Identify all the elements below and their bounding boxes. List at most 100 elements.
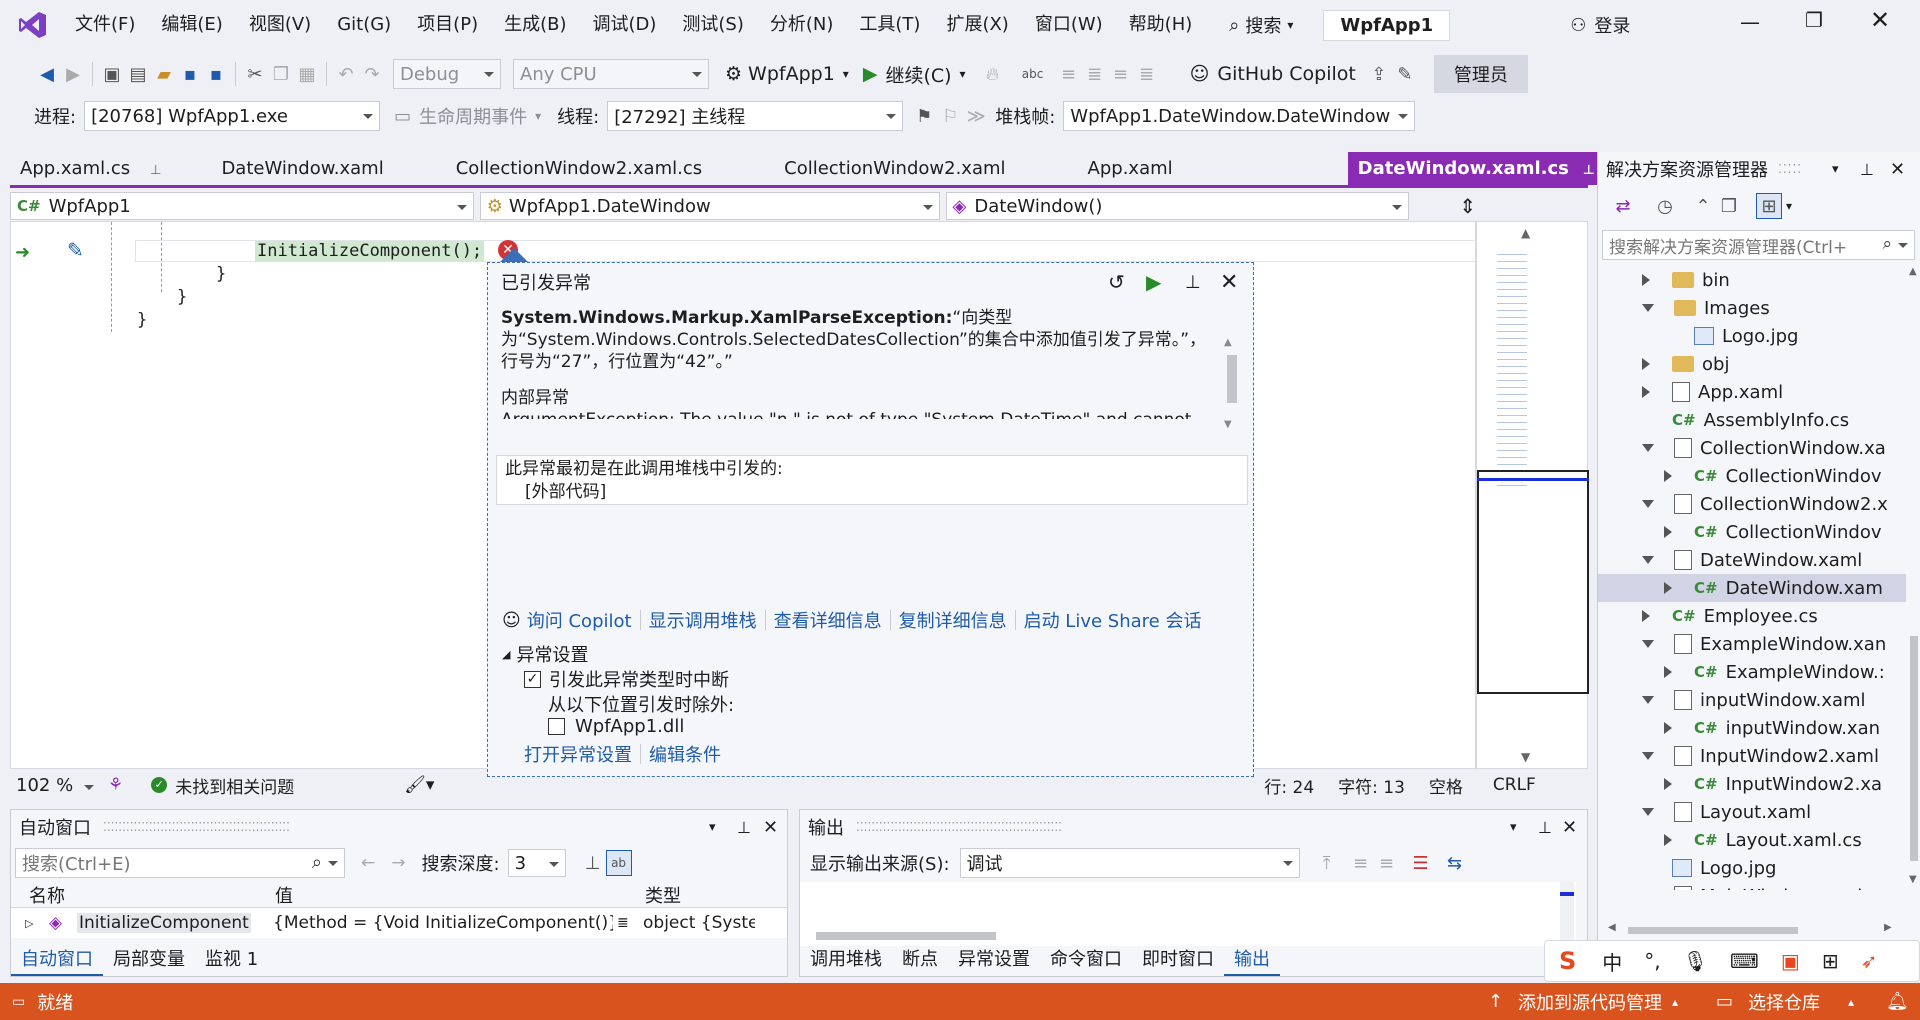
pin-icon[interactable]: ⊥ — [150, 163, 161, 178]
format-icon[interactable]: ≡ — [1056, 61, 1082, 87]
login-button[interactable]: ⚇ 登录 — [1570, 12, 1630, 38]
menu-tools[interactable]: 工具(T) — [846, 0, 933, 50]
toolbox-icon[interactable]: ⊞ — [1822, 949, 1839, 973]
copy-icon[interactable]: ❐ — [268, 61, 294, 87]
collapsed-icon[interactable] — [1664, 834, 1672, 846]
tab-output[interactable]: 输出 — [1224, 944, 1280, 976]
collapsed-icon[interactable] — [1664, 778, 1672, 790]
tree-item[interactable]: C# CollectionWindov — [1598, 462, 1906, 490]
tab-command-window[interactable]: 命令窗口 — [1040, 944, 1132, 976]
expanded-icon[interactable] — [1642, 640, 1654, 648]
tab-locals[interactable]: 局部变量 — [103, 944, 195, 976]
column-name[interactable]: 名称 — [29, 882, 65, 908]
collapsed-icon[interactable] — [1642, 358, 1650, 370]
table-row[interactable]: ▷ ◈ InitializeComponent {Method = {Void … — [11, 908, 787, 938]
skin-icon[interactable]: ▣ — [1781, 949, 1800, 973]
message-scrollbar[interactable]: ▲ ▼ — [1224, 337, 1238, 459]
punctuation-icon[interactable]: °, — [1644, 949, 1660, 973]
tree-item[interactable]: CollectionWindow2.x — [1598, 490, 1906, 518]
switch-view-icon[interactable]: ⇄ — [1610, 193, 1636, 219]
paste-icon[interactable]: ▦ — [294, 61, 320, 87]
tree-item[interactable]: C# DateWindow.xam — [1598, 574, 1906, 602]
add-to-source-control-button[interactable]: 添加到源代码管理 — [1518, 989, 1662, 1015]
scroll-thumb[interactable] — [1227, 355, 1237, 403]
expanded-icon[interactable] — [1642, 444, 1654, 452]
close-panel-icon[interactable]: ✕ — [1890, 159, 1905, 180]
expanded-icon[interactable] — [1642, 304, 1654, 312]
restore-button[interactable]: ❐ — [1805, 8, 1823, 32]
minimap-viewport[interactable] — [1477, 470, 1589, 694]
expanded-icon[interactable] — [1642, 696, 1654, 704]
configuration-select[interactable]: Debug — [393, 59, 501, 89]
visualizer-icon[interactable]: ≣ — [617, 915, 629, 931]
pin-icon[interactable]: ⊥ — [1583, 163, 1595, 178]
tree-item[interactable]: C# AssemblyInfo.cs — [1598, 406, 1906, 434]
menu-view[interactable]: 视图(V) — [236, 0, 324, 50]
autos-search-input[interactable]: 搜索(Ctrl+E) ⌕ — [15, 848, 345, 878]
copy-details-link[interactable]: 复制详细信息 — [899, 607, 1007, 633]
collapsed-icon[interactable] — [1642, 386, 1650, 398]
solution-search-input[interactable]: 搜索解决方案资源管理器(Ctrl+ ⌕ — [1602, 230, 1915, 260]
view-details-link[interactable]: 查看详细信息 — [774, 607, 882, 633]
microphone-icon[interactable]: 🎙︎ — [1683, 949, 1708, 973]
tree-item[interactable]: ExampleWindow.xan — [1598, 630, 1906, 658]
go-to-next-message-icon[interactable]: ≡ — [1348, 850, 1374, 876]
scroll-right-icon[interactable]: ▶ — [1884, 922, 1892, 933]
collapsed-icon[interactable] — [1664, 666, 1672, 678]
scroll-thumb[interactable] — [1910, 636, 1918, 861]
menu-project[interactable]: 项目(P) — [404, 0, 491, 50]
show-all-files-icon[interactable]: ❐ — [1716, 193, 1742, 219]
vs-logo-icon[interactable] — [18, 10, 48, 40]
scroll-up-icon[interactable]: ▲ — [1224, 337, 1232, 348]
lifecycle-events-button[interactable]: ▭ 生命周期事件 ▾ — [394, 103, 541, 129]
expanded-icon[interactable] — [1642, 808, 1654, 816]
tab-app-xaml-cs[interactable]: App.xaml.cs ⊥ — [10, 152, 171, 185]
scroll-down-icon[interactable]: ▼ — [1224, 419, 1232, 430]
history-icon[interactable]: ↺ — [1108, 270, 1125, 294]
process-select[interactable]: [20768] WpfApp1.exe — [84, 101, 381, 131]
dropdown-icon[interactable]: ▾ — [1510, 820, 1517, 835]
dropdown-icon[interactable]: ▾ — [1832, 162, 1839, 177]
tab-app-xaml[interactable]: App.xaml — [1078, 152, 1183, 185]
tree-item[interactable]: InputWindow2.xaml — [1598, 742, 1906, 770]
spell-check-icon[interactable]: abc — [1020, 61, 1046, 87]
pin-source-icon[interactable]: ⊥ — [580, 850, 606, 876]
tab-autos[interactable]: 自动窗口 — [11, 944, 103, 976]
continue-icon[interactable]: ▶ — [1146, 270, 1161, 294]
tree-item[interactable]: Logo.jpg — [1598, 854, 1906, 882]
collapsed-icon[interactable] — [1642, 274, 1650, 286]
forward-icon[interactable]: ▶ — [60, 61, 86, 87]
tree-item[interactable]: bin — [1598, 266, 1906, 294]
sogou-logo-icon[interactable]: S — [1559, 947, 1576, 975]
scroll-down-icon[interactable]: ▼ — [1521, 750, 1530, 764]
line-indicator[interactable]: 行: 24 — [1264, 773, 1314, 798]
intellicode-icon[interactable]: ⚘ — [108, 775, 123, 795]
menu-window[interactable]: 窗口(W) — [1022, 0, 1116, 50]
collapsed-icon[interactable] — [1664, 582, 1672, 594]
dropdown-icon[interactable]: ▾ — [709, 820, 716, 835]
close-popup-icon[interactable]: ✕ — [1220, 270, 1238, 295]
go-to-previous-message-icon[interactable]: ≡ — [1374, 850, 1400, 876]
break-checkbox[interactable]: ✓ — [524, 670, 541, 688]
break-when-thrown-option[interactable]: ✓ 引发此异常类型时中断 — [524, 666, 729, 692]
code-cleanup-icon[interactable]: 🖌︎▾ — [404, 775, 434, 795]
continue-button[interactable]: ▶ 继续(C) ▾ — [863, 61, 966, 88]
collapse-all-icon[interactable]: ⌃ — [1690, 193, 1716, 219]
pin-icon[interactable]: ⊥ — [1185, 272, 1201, 293]
output-text-area[interactable] — [800, 882, 1576, 946]
minimap[interactable]: ▲ ▼ — [1476, 221, 1589, 769]
tree-item[interactable]: C# Employee.cs — [1598, 602, 1906, 630]
tree-item[interactable]: inputWindow.xaml — [1598, 686, 1906, 714]
undo-icon[interactable]: ↶ — [333, 61, 359, 87]
tab-exception-settings[interactable]: 异常设置 — [948, 944, 1040, 976]
tab-breakpoints[interactable]: 断点 — [892, 944, 948, 976]
menu-git[interactable]: Git(G) — [324, 0, 404, 50]
menu-debug[interactable]: 调试(D) — [580, 0, 670, 50]
exception-settings-header[interactable]: ◢ 异常设置 — [502, 641, 588, 667]
close-panel-icon[interactable]: ✕ — [1562, 817, 1577, 838]
member-select[interactable]: ◈ DateWindow() — [945, 192, 1410, 220]
whitespace-indicator[interactable]: 空格 — [1429, 773, 1463, 798]
open-folder-icon[interactable]: ▰ — [151, 61, 177, 87]
sync-icon[interactable]: ⊞ — [1756, 193, 1782, 219]
pin-icon[interactable]: ⊥ — [1538, 818, 1552, 837]
